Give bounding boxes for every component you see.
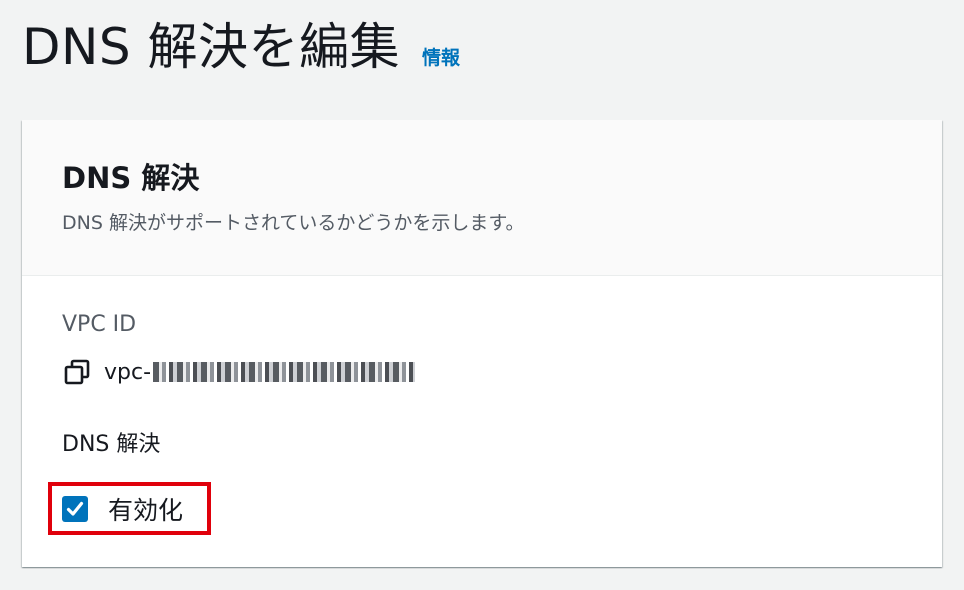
vpc-id-label: VPC ID <box>62 312 137 337</box>
vpc-id-value: vpc- <box>104 359 416 385</box>
vpc-id-row: vpc- <box>62 354 942 390</box>
copy-icon[interactable] <box>62 357 92 387</box>
dns-resolution-panel: DNS 解決 DNS 解決がサポートされているかどうかを示します。 VPC ID… <box>22 120 942 567</box>
dns-resolution-label: DNS 解決 <box>62 432 161 457</box>
page-title: DNS 解決を編集 <box>22 18 401 76</box>
info-link[interactable]: 情報 <box>422 43 460 70</box>
panel-header: DNS 解決 DNS 解決がサポートされているかどうかを示します。 <box>22 120 942 276</box>
panel-body: VPC ID vpc- DNS 解決 <box>22 276 942 460</box>
enable-checkbox[interactable] <box>62 495 88 522</box>
checkmark-icon <box>66 501 84 516</box>
panel-description: DNS 解決がサポートされているかどうかを示します。 <box>62 212 525 234</box>
enable-checkbox-label[interactable]: 有効化 <box>108 491 183 527</box>
vpc-id-redacted <box>153 362 416 382</box>
panel-title: DNS 解決 <box>62 161 200 195</box>
vpc-id-prefix: vpc- <box>104 359 152 385</box>
checkbox-highlight-box: 有効化 <box>48 482 211 535</box>
page-header: DNS 解決を編集 情報 <box>22 14 460 80</box>
